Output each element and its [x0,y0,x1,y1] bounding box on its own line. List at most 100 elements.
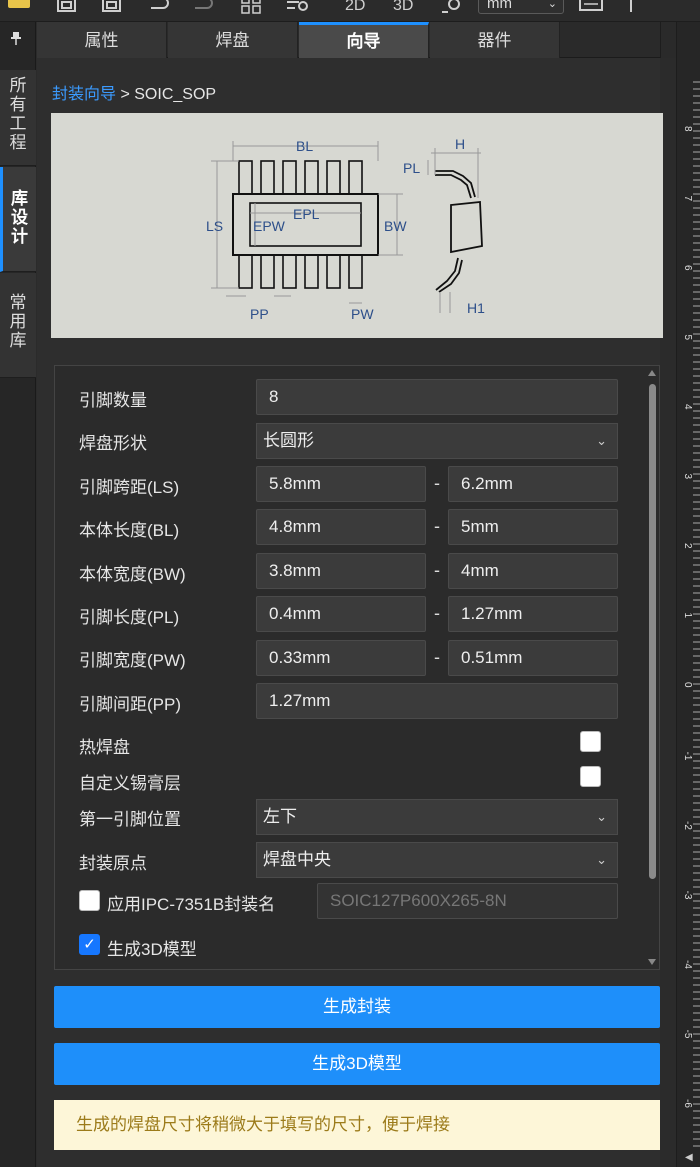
generate-3d-button[interactable]: 生成3D模型 [54,1043,660,1085]
ls-max-input[interactable]: 6.2mm [448,466,618,502]
breadcrumb-current: SOIC_SOP [134,86,217,103]
bl-label: 本体长度(BL) [79,521,180,540]
ruler-tick-label: 8 [682,126,693,132]
diagram-label-bw: BW [384,218,407,234]
undo-icon[interactable] [148,0,172,14]
save-all-icon[interactable] [100,0,124,14]
range-dash: - [434,603,440,623]
custom-paste-checkbox[interactable] [580,766,601,787]
pin1-position-select[interactable]: 左下 ⌄ [256,799,618,835]
thermal-pad-checkbox[interactable] [580,731,601,752]
redo-icon[interactable] [192,0,216,14]
sidebar-item-label: 常用库 [9,293,27,350]
pad-shape-label: 焊盘形状 [79,434,147,453]
tab-components[interactable]: 器件 [430,22,560,58]
tab-wizard[interactable]: 向导 [299,22,429,58]
pin1-position-value: 左下 [263,807,297,826]
top-toolbar: 2D 3D mm ⌄ [0,0,700,22]
view-2d-button[interactable]: 2D [345,0,365,14]
measure-icon[interactable] [440,0,464,14]
sidebar-item-library-design[interactable]: 库设计 [0,167,36,272]
ruler-tick-label: 3 [682,474,693,480]
diagram-label-bl: BL [296,138,313,154]
ruler-tick-label: -1 [682,752,693,761]
generate-footprint-button[interactable]: 生成封装 [54,986,660,1028]
pw-min-input[interactable]: 0.33mm [256,640,426,676]
vertical-ruler: 8 7 6 5 4 3 2 1 0 -1 -2 -3 -4 -5 -6 ◀ [676,22,700,1167]
wizard-form: 引脚数量 8 焊盘形状 长圆形 ⌄ 引脚跨距(LS) 5.8mm - 6.2mm … [54,365,660,970]
diagram-label-pl: PL [403,160,420,176]
ruler-tick-label: -6 [682,1099,693,1108]
scrollbar-thumb[interactable] [649,384,656,879]
origin-value: 焊盘中央 [263,850,331,869]
package-diagram: BL LS EPL EPW BW PP PW H PL H1 [51,113,663,338]
thermal-pad-label: 热焊盘 [79,738,130,757]
bl-min-input[interactable]: 4.8mm [256,509,426,545]
keyboard-icon[interactable] [578,0,604,14]
ruler-tick-label: 0 [682,682,693,688]
pin-count-input[interactable]: 8 [256,379,618,415]
pl-max-input[interactable]: 1.27mm [448,596,618,632]
breadcrumb-link[interactable]: 封装向导 [52,86,116,103]
ipc-name-input[interactable]: SOIC127P600X265-8N [317,883,618,919]
tab-pads[interactable]: 焊盘 [168,22,298,58]
bw-label: 本体宽度(BW) [79,565,186,584]
ipc-name-label: 应用IPC-7351B封装名 [107,895,276,914]
folder-icon[interactable] [8,0,30,8]
scroll-down-icon[interactable]: ◀ [685,1152,693,1163]
sidebar-item-common-library[interactable]: 常用库 [0,273,36,378]
grid-icon[interactable] [240,0,264,14]
ruler-tick-label: -5 [682,1030,693,1039]
bw-max-input[interactable]: 4mm [448,553,618,589]
chevron-down-icon: ⌄ [596,852,607,867]
diagram-label-h1: H1 [467,300,485,316]
chevron-down-icon: ⌄ [596,433,607,448]
diagram-label-ls: LS [206,218,223,234]
ipc-name-checkbox[interactable] [79,890,100,911]
wizard-panel: 封装向导 > SOIC_SOP BL LS EPL EPW BW PP PW H… [37,58,663,1167]
scroll-up-icon[interactable] [648,370,656,376]
diagram-label-h: H [455,136,465,152]
range-dash: - [434,516,440,536]
ruler-tick-label: -2 [682,821,693,830]
tab-properties[interactable]: 属性 [37,22,167,58]
more-icon[interactable] [626,0,636,14]
unit-select[interactable]: mm ⌄ [478,0,564,14]
generate-3d-label: 生成3D模型 [107,940,197,959]
sidebar-item-all-projects[interactable]: 所有工程 [0,70,36,166]
ls-min-input[interactable]: 5.8mm [256,466,426,502]
pl-min-input[interactable]: 0.4mm [256,596,426,632]
bl-max-input[interactable]: 5mm [448,509,618,545]
pw-label: 引脚宽度(PW) [79,651,186,670]
pp-label: 引脚间距(PP) [79,695,181,714]
pl-label: 引脚长度(PL) [79,608,180,627]
pad-shape-value: 长圆形 [263,431,314,450]
generate-3d-checkbox[interactable]: ✓ [79,934,100,955]
pin-count-label: 引脚数量 [79,391,147,410]
pin-icon[interactable] [10,32,22,49]
scroll-down-icon[interactable] [648,959,656,965]
range-dash: - [434,473,440,493]
pad-shape-select[interactable]: 长圆形 ⌄ [256,423,618,459]
ruler-tick-label: 1 [682,613,693,619]
pin1-position-label: 第一引脚位置 [79,810,181,829]
ruler-tick-label: 2 [682,543,693,549]
pp-input[interactable]: 1.27mm [256,683,618,719]
chevron-down-icon: ⌄ [596,809,607,824]
pw-max-input[interactable]: 0.51mm [448,640,618,676]
ruler-tick-label: 6 [682,265,693,271]
range-dash: - [434,560,440,580]
ruler-tick-label: 7 [682,196,693,202]
ruler-tick-label: -3 [682,891,693,900]
bw-min-input[interactable]: 3.8mm [256,553,426,589]
view-3d-button[interactable]: 3D [393,0,413,14]
range-dash: - [434,647,440,667]
origin-select[interactable]: 焊盘中央 ⌄ [256,842,618,878]
search-list-icon[interactable] [285,0,311,14]
form-scrollbar[interactable] [647,370,657,965]
custom-paste-label: 自定义锡膏层 [79,774,181,793]
ls-label: 引脚跨距(LS) [79,478,180,497]
save-icon[interactable] [55,0,79,14]
breadcrumb: 封装向导 > SOIC_SOP [52,80,216,104]
panel-tabs: 属性 焊盘 向导 器件 [37,22,660,58]
